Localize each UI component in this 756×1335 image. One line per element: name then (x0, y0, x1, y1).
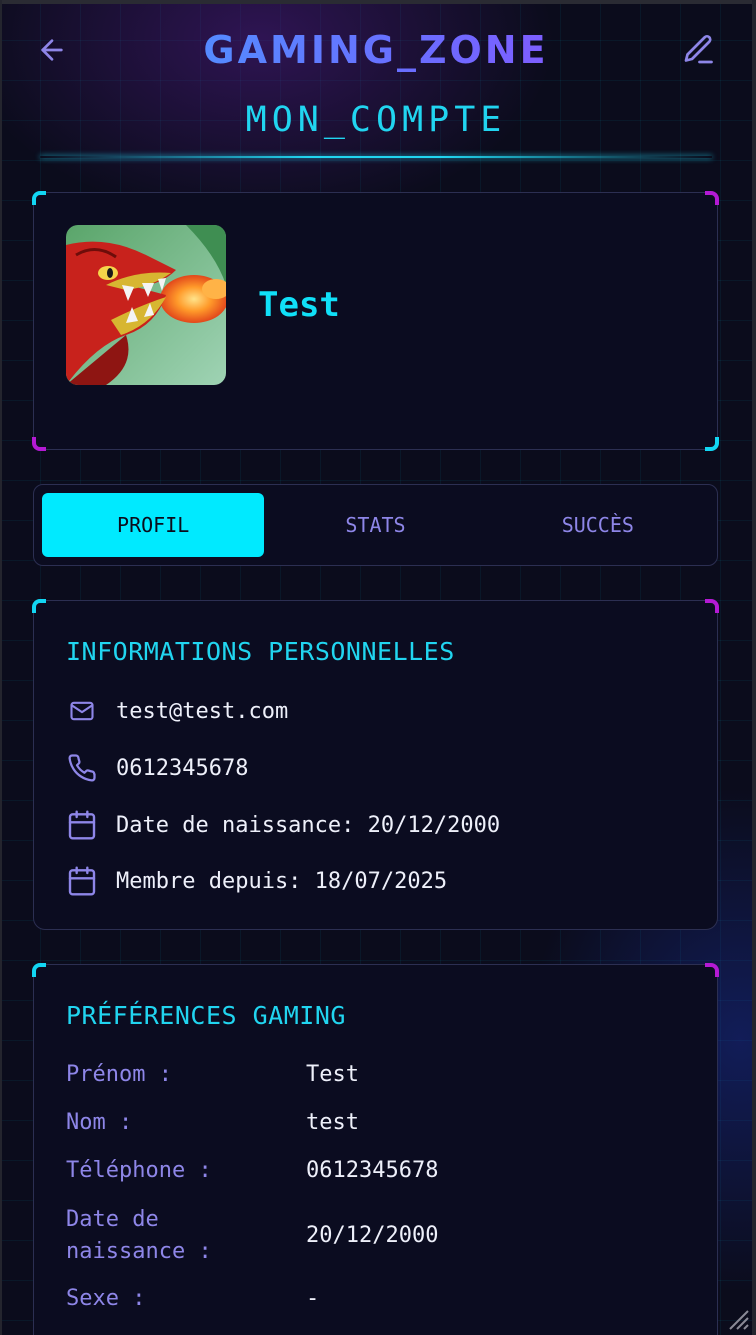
tab-succes[interactable]: SUCCÈS (487, 493, 709, 557)
profile-tabs: PROFIL STATS SUCCÈS (33, 484, 718, 566)
pencil-icon (684, 34, 713, 64)
corner-accent (705, 191, 719, 205)
corner-accent (32, 191, 46, 205)
header: GAMING_ZONE (0, 22, 752, 82)
phone-icon (68, 754, 96, 782)
pref-value-telephone: 0612345678 (306, 1158, 439, 1183)
birth-date-value: Date de naissance: 20/12/2000 (116, 812, 501, 838)
window-right-edge (752, 0, 756, 1335)
email-row: test@test.com (66, 697, 288, 725)
pref-value-birth-date: 20/12/2000 (306, 1223, 439, 1248)
edit-profile-button[interactable] (678, 30, 718, 70)
tab-stats[interactable]: STATS (264, 493, 486, 557)
window-left-edge (0, 0, 2, 1335)
member-since-value: Membre depuis: 18/07/2025 (116, 868, 448, 894)
corner-accent (705, 599, 719, 613)
window-top-edge (0, 0, 756, 4)
pref-label-nom: Nom : (66, 1110, 133, 1135)
dragon-avatar-image (66, 225, 226, 385)
pref-label-telephone: Téléphone : (66, 1158, 212, 1183)
corner-accent (705, 963, 719, 977)
phone-row: 0612345678 (66, 753, 248, 783)
personal-info-card: INFORMATIONS PERSONNELLES test@test.com … (32, 599, 719, 930)
resize-grip-icon[interactable] (724, 1305, 750, 1331)
member-since-row: Membre depuis: 18/07/2025 (66, 865, 447, 897)
personal-info-title: INFORMATIONS PERSONNELLES (66, 637, 455, 666)
pref-label-prenom: Prénom : (66, 1062, 172, 1087)
pref-value-sexe: - (306, 1286, 320, 1311)
profile-card: Test (32, 191, 719, 451)
username: Test (258, 285, 340, 325)
header-divider (40, 156, 712, 158)
pref-label-sexe: Sexe : (66, 1286, 146, 1311)
calendar-icon (68, 810, 96, 840)
app-title: GAMING_ZONE (0, 28, 752, 72)
tab-profil[interactable]: PROFIL (42, 493, 265, 557)
corner-accent (32, 599, 46, 613)
page-subtitle: MON_COMPTE (245, 100, 507, 140)
pref-value-nom: test (306, 1110, 359, 1135)
avatar[interactable] (66, 225, 226, 385)
pref-value-prenom: Test (306, 1062, 359, 1087)
email-value: test@test.com (116, 698, 289, 724)
mail-icon (70, 701, 94, 721)
gaming-preferences-card: PRÉFÉRENCES GAMING Prénom : Test Nom : t… (32, 963, 719, 1335)
birth-date-row: Date de naissance: 20/12/2000 (66, 809, 500, 841)
calendar-icon (68, 866, 96, 896)
corner-accent (32, 437, 46, 451)
gaming-prefs-title: PRÉFÉRENCES GAMING (66, 1001, 346, 1030)
pref-label-birth-date: Date de naissance : (66, 1207, 212, 1264)
phone-value: 0612345678 (116, 755, 249, 781)
corner-accent (32, 963, 46, 977)
